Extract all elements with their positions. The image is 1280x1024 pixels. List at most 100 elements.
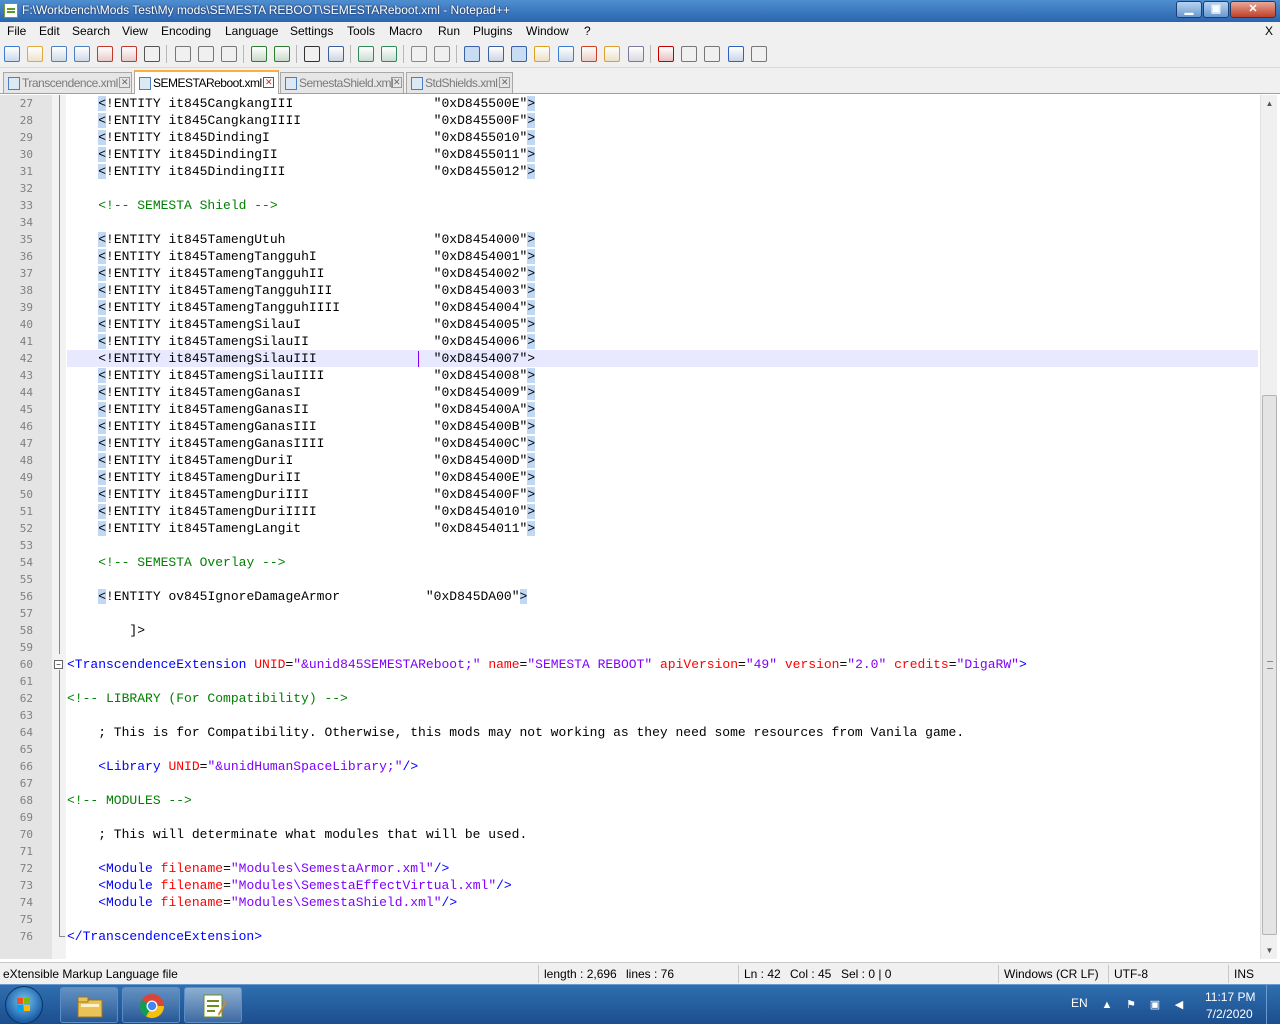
redo-icon[interactable] [274,46,290,62]
tab-semestashield[interactable]: SemestaShield.xml ✕ [280,72,404,93]
code-line[interactable]: 60 <TranscendenceExtension UNID = "&unid845… [0,656,1260,673]
function-list-icon[interactable] [581,46,597,62]
save-icon[interactable] [51,46,67,62]
print-icon[interactable] [144,46,160,62]
clock-time[interactable]: 11:17 PM [1205,990,1255,1004]
menu-search[interactable]: Search [72,24,110,38]
code-line[interactable]: 62 <!-- LIBRARY (For Compatibility) --> [0,690,1260,707]
save-macro-icon[interactable] [751,46,767,62]
show-desktop-button[interactable] [1266,985,1280,1024]
code-line[interactable]: 52 <!ENTITY it845TamengLangit "0xD845401… [0,520,1260,537]
tab-close-icon[interactable]: ✕ [391,77,402,88]
code-line[interactable]: 57 [0,605,1260,622]
code-line[interactable]: 75 [0,911,1260,928]
zoom-out-icon[interactable] [381,46,397,62]
vertical-scrollbar[interactable]: ▲ ▼ [1260,95,1277,959]
run-macro-multiple-icon[interactable] [728,46,744,62]
menu-plugins[interactable]: Plugins [473,24,512,38]
network-icon[interactable]: ▣ [1148,998,1162,1012]
menu-view[interactable]: View [122,24,148,38]
scroll-up-icon[interactable]: ▲ [1261,95,1278,112]
code-line[interactable]: 27 <!ENTITY it845CangkangIII "0xD845500E… [0,95,1260,112]
cut-icon[interactable] [175,46,191,62]
menu-run[interactable]: Run [438,24,460,38]
code-line[interactable]: 45 <!ENTITY it845TamengGanasII "0xD84540… [0,401,1260,418]
code-line[interactable]: 71 [0,843,1260,860]
volume-icon[interactable]: ◀ [1172,998,1186,1012]
menu-language[interactable]: Language [225,24,278,38]
new-file-icon[interactable] [4,46,20,62]
code-line[interactable]: 34 [0,214,1260,231]
undo-icon[interactable] [251,46,267,62]
close-document-button[interactable]: X [1265,24,1273,38]
udl-icon[interactable] [534,46,550,62]
code-line[interactable]: 64 ; This is for Compatibility. Otherwis… [0,724,1260,741]
indent-guide-icon[interactable] [511,46,527,62]
taskbar-notepad-plus-plus[interactable] [184,987,242,1023]
code-line[interactable]: 66 <Library UNID="&unidHumanSpaceLibrary… [0,758,1260,775]
code-line[interactable]: 31 <!ENTITY it845DindingIII "0xD8455012"… [0,163,1260,180]
clock-date[interactable]: 7/2/2020 [1206,1007,1253,1021]
code-editor[interactable]: − 27 <!ENTITY it845CangkangIII "0xD84550… [0,95,1280,959]
code-line[interactable]: 42 <!ENTITY it845TamengSilauIII "0xD8454… [20,350,1258,367]
close-all-icon[interactable] [121,46,137,62]
code-line[interactable]: 32 [0,180,1260,197]
zoom-in-icon[interactable] [358,46,374,62]
tab-close-icon[interactable]: ✕ [263,77,274,88]
code-line[interactable]: 67 [0,775,1260,792]
scrollbar-thumb[interactable] [1262,395,1277,935]
code-line[interactable]: 30 <!ENTITY it845DindingII "0xD8455011"> [0,146,1260,163]
code-line[interactable]: 43 <!ENTITY it845TamengSilauIIII "0xD845… [0,367,1260,384]
doc-map-icon[interactable] [558,46,574,62]
start-button[interactable] [5,986,43,1024]
code-line[interactable]: 55 [0,571,1260,588]
copy-icon[interactable] [198,46,214,62]
tab-close-icon[interactable]: ✕ [499,77,510,88]
input-language[interactable]: EN [1071,996,1088,1010]
code-line[interactable]: 38 <!ENTITY it845TamengTangguhIII "0xD84… [0,282,1260,299]
tab-transcendence[interactable]: Transcendence.xml ✕ [3,72,132,93]
code-line[interactable]: 41 <!ENTITY it845TamengSilauII "0xD84540… [0,333,1260,350]
taskbar-explorer[interactable] [60,987,118,1023]
code-line[interactable]: 44 <!ENTITY it845TamengGanasI "0xD845400… [0,384,1260,401]
taskbar-chrome[interactable] [122,987,180,1023]
minimize-button[interactable]: ▁ [1176,1,1202,18]
menu-tools[interactable]: Tools [347,24,375,38]
paste-icon[interactable] [221,46,237,62]
code-line[interactable]: 40 <!ENTITY it845TamengSilauI "0xD845400… [0,316,1260,333]
code-line[interactable]: 72 <Module filename="Modules\SemestaArmo… [0,860,1260,877]
code-line[interactable]: 29 <!ENTITY it845DindingI "0xD8455010"> [0,129,1260,146]
code-line[interactable]: 37 <!ENTITY it845TamengTangguhII "0xD845… [0,265,1260,282]
code-line[interactable]: 33 <!-- SEMESTA Shield --> [0,197,1260,214]
code-line[interactable]: 70 ; This will determinate what modules … [0,826,1260,843]
code-line[interactable]: 56 <!ENTITY ov845IgnoreDamageArmor "0xD8… [0,588,1260,605]
action-center-flag-icon[interactable]: ⚑ [1124,998,1138,1012]
code-line[interactable]: 46 <!ENTITY it845TamengGanasIII "0xD8454… [0,418,1260,435]
record-macro-icon[interactable] [658,46,674,62]
code-line[interactable]: 28 <!ENTITY it845CangkangIIII "0xD845500… [0,112,1260,129]
word-wrap-icon[interactable] [464,46,480,62]
code-line[interactable]: 35 <!ENTITY it845TamengUtuh "0xD8454000"… [0,231,1260,248]
save-all-icon[interactable] [74,46,90,62]
open-file-icon[interactable] [27,46,43,62]
code-line[interactable]: 74 <Module filename="Modules\SemestaShie… [0,894,1260,911]
code-line[interactable]: 68 <!-- MODULES --> [0,792,1260,809]
monitoring-icon[interactable] [628,46,644,62]
code-line[interactable]: 65 [0,741,1260,758]
code-line[interactable]: 48 <!ENTITY it845TamengDuriI "0xD845400D… [0,452,1260,469]
maximize-button[interactable]: ▣ [1203,1,1229,18]
menu-macro[interactable]: Macro [389,24,422,38]
show-hidden-icons-icon[interactable]: ▲ [1100,998,1114,1012]
show-all-chars-icon[interactable] [488,46,504,62]
code-line[interactable]: 47 <!ENTITY it845TamengGanasIIII "0xD845… [0,435,1260,452]
code-line[interactable]: 63 [0,707,1260,724]
menu-edit[interactable]: Edit [39,24,60,38]
tab-stdshields[interactable]: StdShields.xml ✕ [406,72,513,93]
menu-encoding[interactable]: Encoding [161,24,211,38]
replace-icon[interactable] [328,46,344,62]
sync-horizontal-icon[interactable] [434,46,450,62]
code-line[interactable]: 73 <Module filename="Modules\SemestaEffe… [0,877,1260,894]
find-icon[interactable] [304,46,320,62]
code-line[interactable]: 54 <!-- SEMESTA Overlay --> [0,554,1260,571]
menu-window[interactable]: Window [526,24,569,38]
